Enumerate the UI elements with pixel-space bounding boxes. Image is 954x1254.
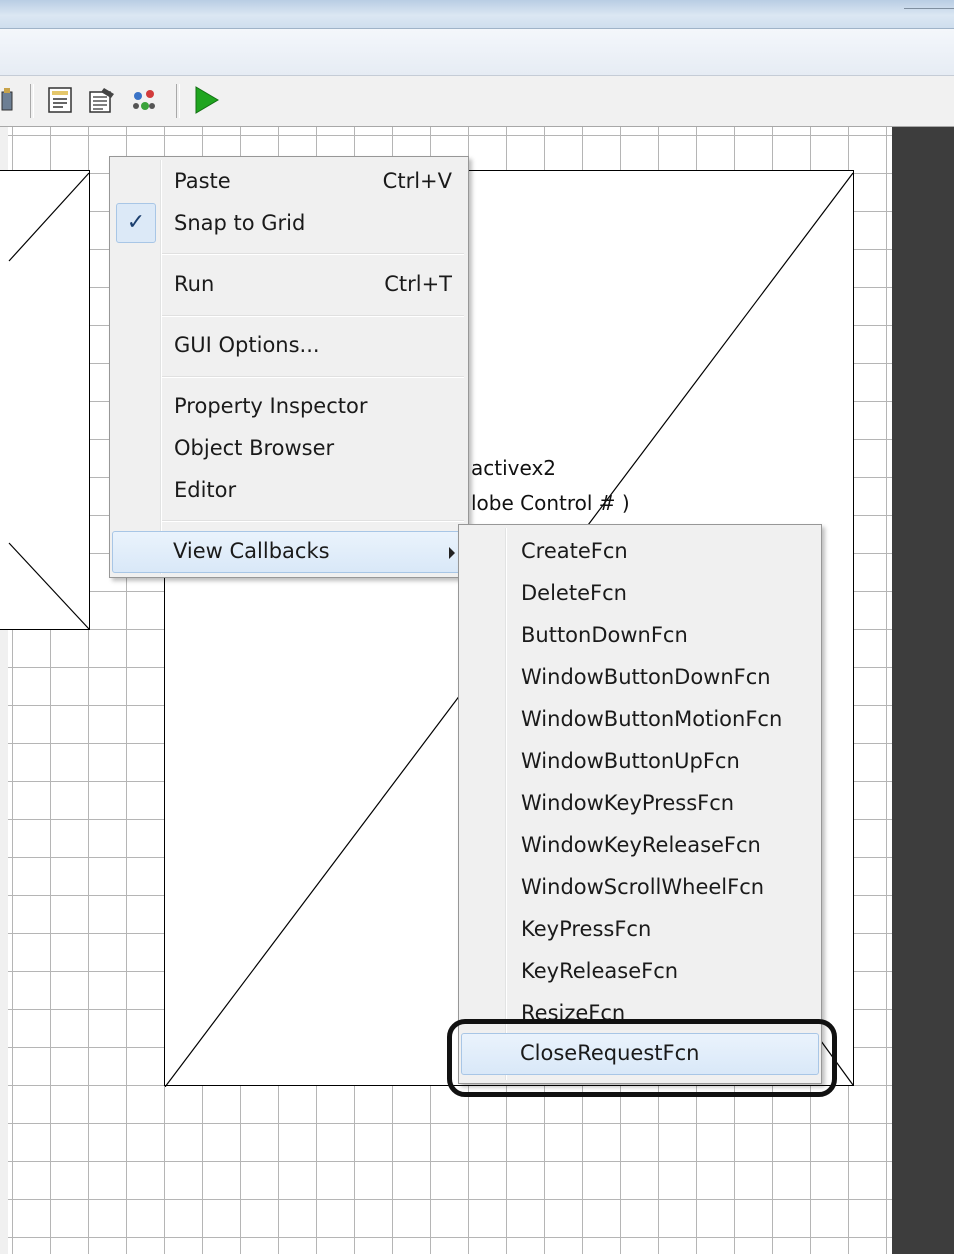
menu-bar — [0, 29, 954, 76]
submenu-item-windowbuttonupfcn[interactable]: WindowButtonUpFcn — [461, 741, 819, 783]
object-browser-icon[interactable] — [128, 84, 160, 116]
menu-item-label: Run — [174, 272, 215, 296]
mfile-icon[interactable] — [44, 84, 76, 116]
menu-item-label: View Callbacks — [173, 539, 330, 563]
submenu-item-keypressfcn[interactable]: KeyPressFcn — [461, 909, 819, 951]
menu-item-view-callbacks[interactable]: View Callbacks — [112, 531, 466, 573]
menu-item-label: WindowButtonDownFcn — [521, 665, 771, 689]
menu-separator — [162, 315, 464, 317]
submenu-item-keyreleasefcn[interactable]: KeyReleaseFcn — [461, 951, 819, 993]
window-frame-edge — [904, 0, 954, 9]
check-icon: ✓ — [116, 203, 156, 243]
toolbar-separator — [176, 84, 180, 118]
submenu-arrow-icon — [449, 547, 455, 559]
axes-left[interactable] — [0, 170, 90, 630]
menu-item-label: Property Inspector — [174, 394, 368, 418]
menu-item-label: WindowKeyPressFcn — [521, 791, 735, 815]
menu-item-shortcut: Ctrl+V — [382, 169, 452, 193]
menu-item-label: WindowButtonMotionFcn — [521, 707, 783, 731]
toolbar-separator — [30, 84, 34, 118]
annotation-highlight-ring — [447, 1019, 837, 1097]
run-icon[interactable] — [190, 84, 222, 116]
menu-item-property-inspector[interactable]: Property Inspector — [112, 386, 466, 428]
editor-icon[interactable] — [86, 84, 118, 116]
axes-control-label: lobe Control # ) — [471, 491, 630, 515]
submenu-item-windowscrollwheelfcn[interactable]: WindowScrollWheelFcn — [461, 867, 819, 909]
submenu-item-windowkeypressfcn[interactable]: WindowKeyPressFcn — [461, 783, 819, 825]
menu-item-label: KeyPressFcn — [521, 917, 652, 941]
menu-item-paste[interactable]: Paste Ctrl+V — [112, 161, 466, 203]
menu-item-label: WindowKeyReleaseFcn — [521, 833, 761, 857]
menu-item-label: ButtonDownFcn — [521, 623, 688, 647]
menu-item-label: CreateFcn — [521, 539, 628, 563]
menu-item-label: WindowButtonUpFcn — [521, 749, 740, 773]
toolbar — [0, 76, 954, 127]
menu-item-object-browser[interactable]: Object Browser — [112, 428, 466, 470]
menu-item-label: WindowScrollWheelFcn — [521, 875, 765, 899]
menu-item-label: Editor — [174, 478, 237, 502]
menu-item-shortcut: Ctrl+T — [384, 272, 452, 296]
menu-item-label: Paste — [174, 169, 231, 193]
submenu-item-buttondownfcn[interactable]: ButtonDownFcn — [461, 615, 819, 657]
submenu-item-deletefcn[interactable]: DeleteFcn — [461, 573, 819, 615]
menu-separator — [162, 520, 464, 522]
menu-separator — [162, 253, 464, 255]
submenu-item-windowbuttondownfcn[interactable]: WindowButtonDownFcn — [461, 657, 819, 699]
menu-item-label: Snap to Grid — [174, 211, 306, 235]
menu-item-snap-to-grid[interactable]: ✓ Snap to Grid — [112, 203, 466, 245]
scrollbar-region[interactable] — [892, 127, 954, 1254]
callbacks-submenu: CreateFcn DeleteFcn ButtonDownFcn Window… — [458, 524, 822, 1084]
submenu-item-windowkeyreleasefcn[interactable]: WindowKeyReleaseFcn — [461, 825, 819, 867]
menu-item-label: Object Browser — [174, 436, 335, 460]
menu-item-label: GUI Options... — [174, 333, 320, 357]
context-menu: Paste Ctrl+V ✓ Snap to Grid Run Ctrl+T G… — [109, 156, 469, 578]
toolbar-partial-icon[interactable] — [0, 84, 16, 116]
menu-item-label: DeleteFcn — [521, 581, 627, 605]
menu-item-label: KeyReleaseFcn — [521, 959, 679, 983]
submenu-item-createfcn[interactable]: CreateFcn — [461, 531, 819, 573]
menu-item-gui-options[interactable]: GUI Options... — [112, 325, 466, 367]
window-title-bar — [0, 0, 954, 29]
submenu-item-windowbuttonmotionfcn[interactable]: WindowButtonMotionFcn — [461, 699, 819, 741]
menu-item-run[interactable]: Run Ctrl+T — [112, 264, 466, 306]
menu-item-editor[interactable]: Editor — [112, 470, 466, 512]
menu-separator — [162, 376, 464, 378]
axes-tag-label: activex2 — [471, 456, 556, 480]
